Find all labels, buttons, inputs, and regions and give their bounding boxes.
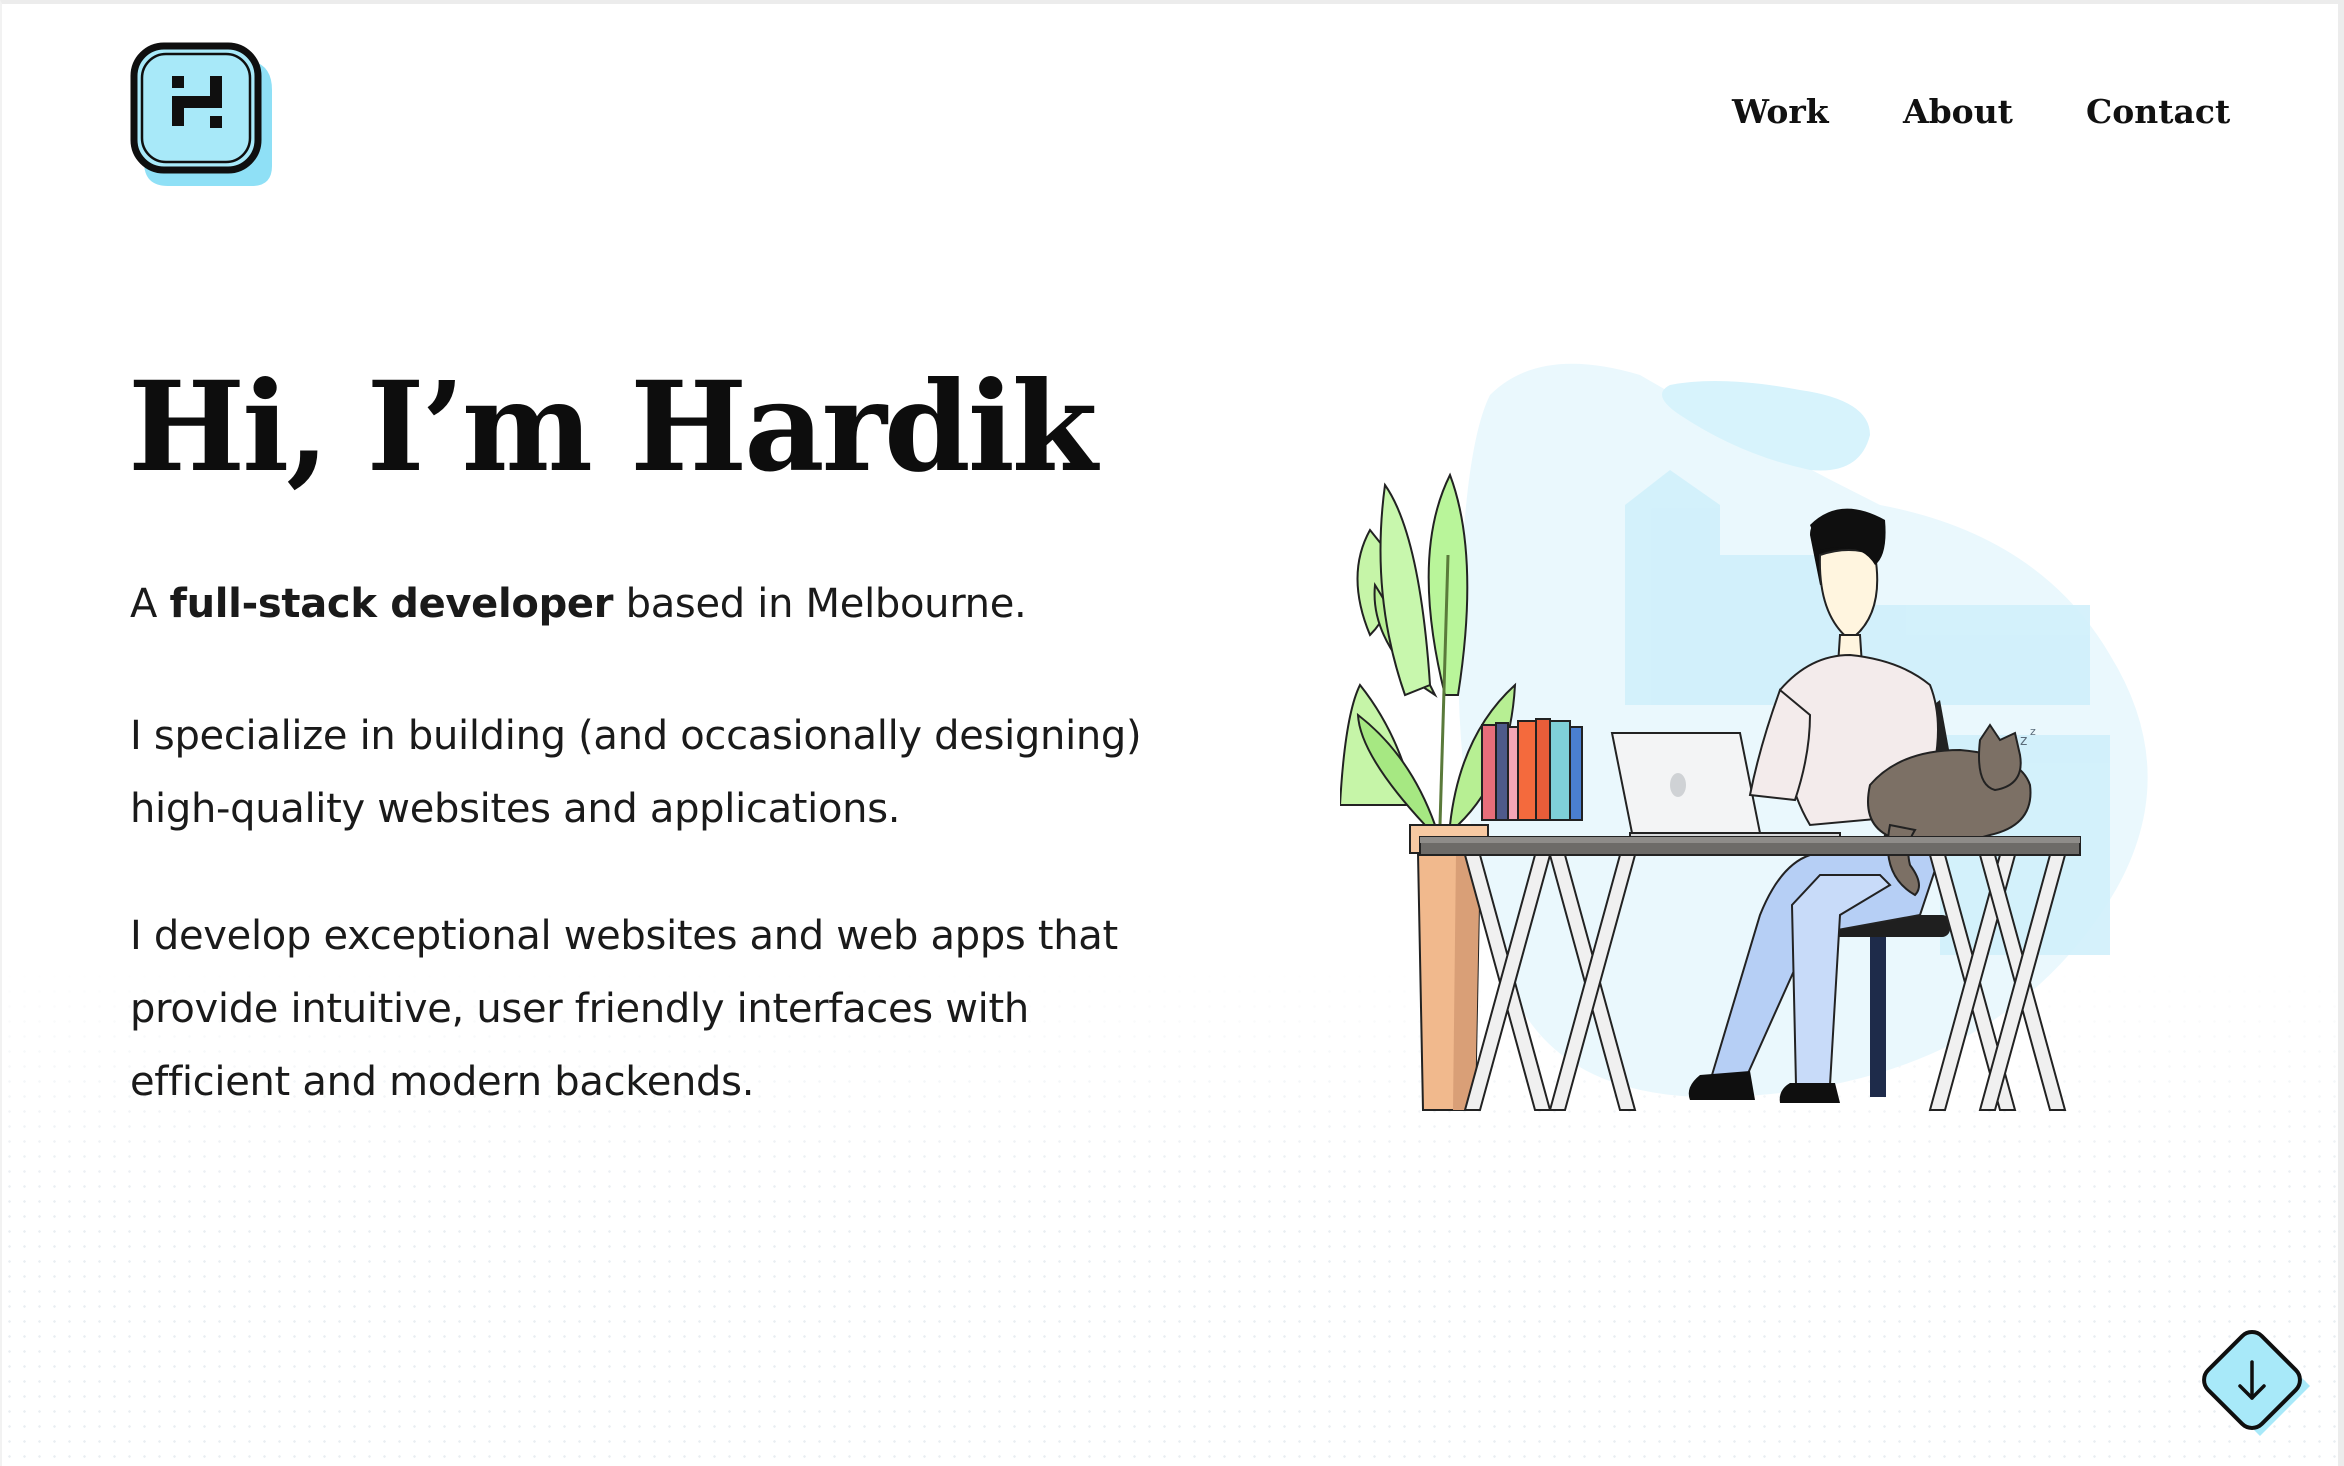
- hero-intro: A full-stack developer based in Melbourn…: [130, 568, 1027, 641]
- svg-text:z: z: [2030, 725, 2036, 738]
- nav-contact[interactable]: Contact: [2086, 92, 2230, 131]
- scroll-down-button[interactable]: [2190, 1318, 2314, 1442]
- intro-prefix: A: [130, 581, 170, 627]
- nav-about[interactable]: About: [1903, 92, 2013, 131]
- intro-suffix: based in Melbourne.: [613, 581, 1027, 627]
- nav-work[interactable]: Work: [1732, 92, 1829, 131]
- developer-illustration: z z: [1340, 363, 2148, 1111]
- hero-paragraph-2: I develop exceptional websites and web a…: [130, 913, 1118, 1105]
- svg-text:z: z: [2020, 733, 2027, 749]
- logo-icon[interactable]: [128, 40, 280, 192]
- hero-paragraph-1: I specialize in building (and occasional…: [130, 713, 1142, 832]
- hero-title: Hi, I’m Hardik: [128, 355, 1098, 500]
- intro-role: full-stack developer: [169, 581, 614, 627]
